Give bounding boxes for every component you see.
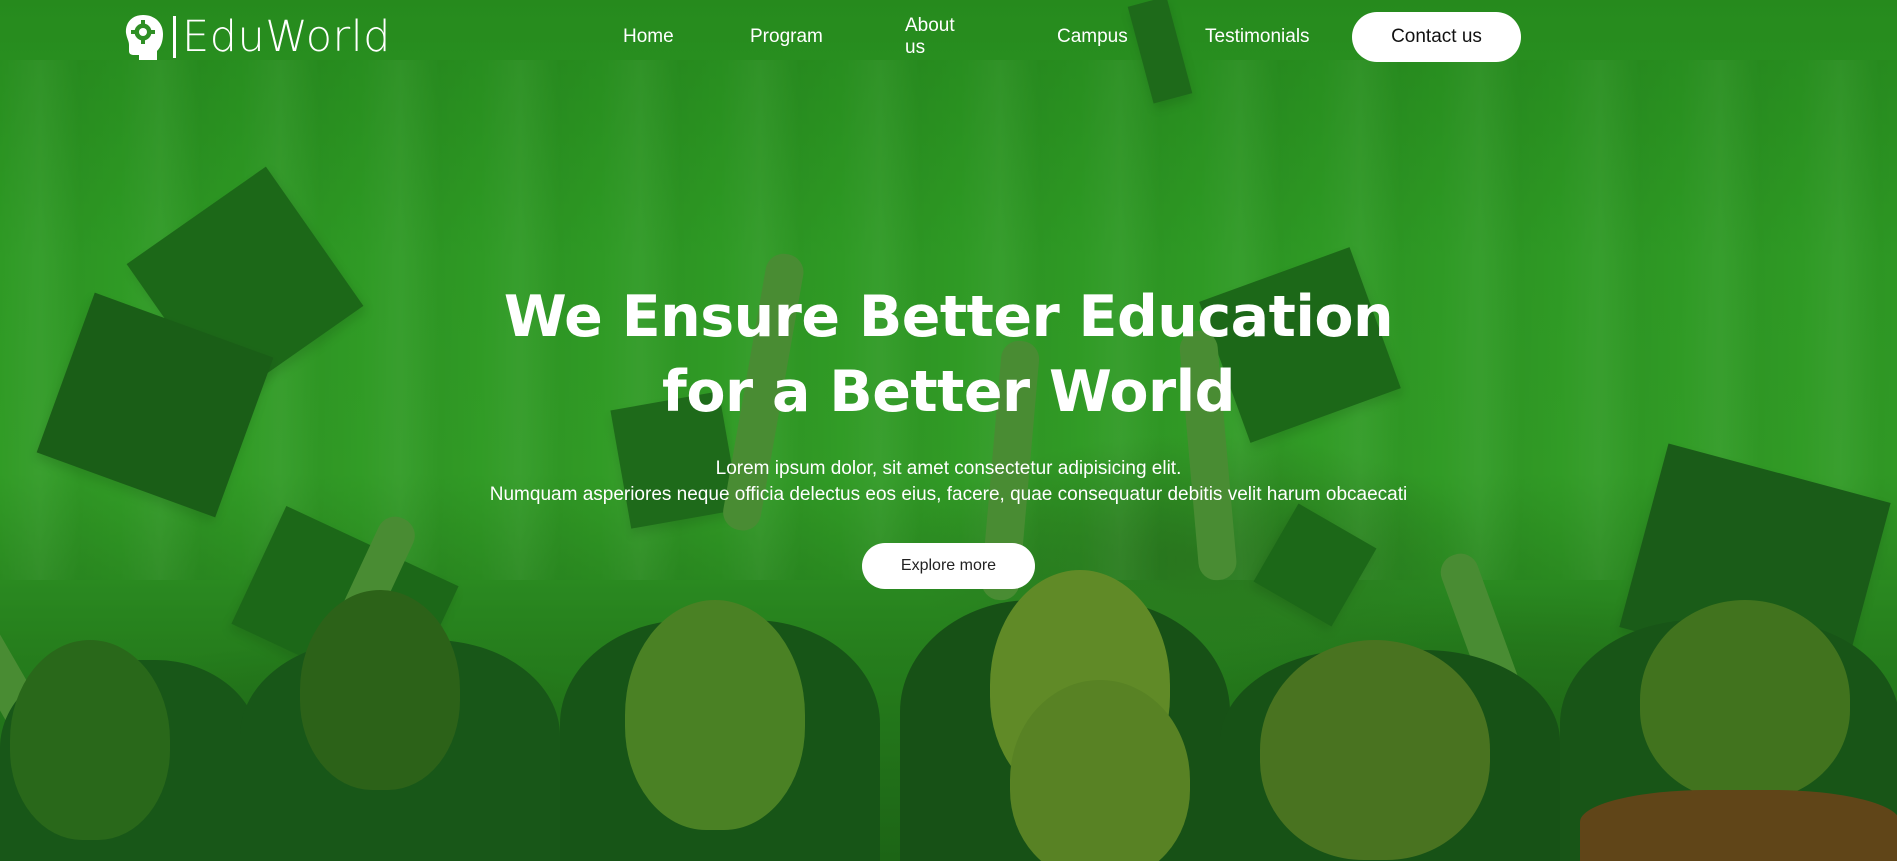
contact-us-button[interactable]: Contact us: [1352, 12, 1521, 62]
hero-title: We Ensure Better Education for a Better …: [0, 280, 1897, 430]
nav-item-program[interactable]: Program: [750, 26, 823, 48]
nav-item-campus[interactable]: Campus: [1057, 26, 1128, 48]
hero-subtitle: Lorem ipsum dolor, sit amet consectetur …: [0, 456, 1897, 508]
nav-item-testimonials[interactable]: Testimonials: [1205, 26, 1310, 48]
top-navbar: EduWorld Home Program About us Campus Te…: [0, 0, 1897, 74]
logo-divider: [173, 16, 176, 58]
hero-title-line-2: for a Better World: [662, 359, 1235, 425]
hero-subtitle-line-2: Numquam asperiores neque officia delectu…: [489, 484, 1408, 505]
hero-section: EduWorld Home Program About us Campus Te…: [0, 0, 1897, 861]
head-gear-icon: [123, 13, 165, 61]
brand-name: EduWorld: [182, 12, 391, 62]
hero-background-image: [0, 0, 1897, 861]
brand-logo[interactable]: EduWorld: [123, 12, 391, 62]
nav-item-home[interactable]: Home: [623, 26, 674, 48]
explore-more-button[interactable]: Explore more: [862, 543, 1035, 589]
hero-title-line-1: We Ensure Better Education: [503, 284, 1394, 350]
hero-subtitle-line-1: Lorem ipsum dolor, sit amet consectetur …: [715, 458, 1182, 479]
nav-item-about-us[interactable]: About us: [905, 15, 955, 59]
